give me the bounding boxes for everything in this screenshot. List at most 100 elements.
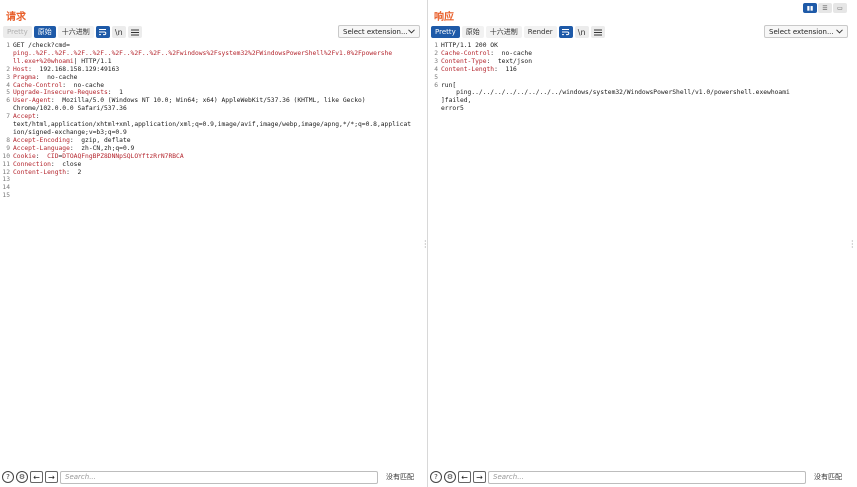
code-text: ]failed, (441, 97, 472, 105)
response-resize-handle[interactable]: · · · (851, 238, 854, 252)
chevron-down-icon (836, 29, 843, 34)
code-line: Cache-Control: no-cache (441, 50, 853, 58)
arrow-left-icon[interactable]: ← (30, 471, 43, 483)
response-title: 响应 (434, 12, 454, 23)
line-number: 12 (2, 168, 10, 176)
code-line: Content-Type: text/json (441, 58, 853, 66)
line-number: 13 (2, 176, 10, 184)
code-text: : 2 (66, 168, 82, 176)
arrow-left-icon[interactable]: ← (458, 471, 471, 483)
response-tabbar: Pretty 原始 十六进制 Render \n (431, 26, 605, 38)
help-icon[interactable]: ? (2, 471, 14, 483)
single-icon[interactable]: ▭ (833, 3, 847, 13)
code-line: Upgrade-Insecure-Requests: 1 (13, 89, 423, 97)
response-extension-select[interactable]: Select extension... (764, 25, 848, 38)
response-tab-hex[interactable]: 十六进制 (485, 26, 522, 38)
header-key: Cookie (13, 152, 36, 160)
line-number: 6 (434, 81, 438, 89)
code-line: ll.exe+%20whoami| HTTP/1.1 (13, 58, 423, 66)
layout-toggle: ▮▮ ☰ ▭ (803, 3, 847, 13)
menu-icon[interactable] (127, 26, 142, 38)
header-key: Content-Length (13, 168, 67, 176)
request-search-input[interactable]: Search... (60, 470, 378, 484)
request-tabbar: Pretty 原始 十六进制 \n (3, 26, 142, 38)
code-text: : zh-CN,zh;q=0.9 (69, 144, 135, 152)
header-key: Content-Length (441, 65, 495, 73)
response-tab-pretty[interactable]: Pretty (431, 26, 460, 38)
response-code[interactable]: HTTP/1.1 200 OK Cache-Control: no-cache Co… (441, 42, 853, 113)
code-line: ping../../../../../../../../windows/syst… (441, 89, 853, 97)
wrap-icon[interactable] (95, 26, 110, 38)
split-vertical-icon[interactable]: ☰ (818, 3, 832, 13)
request-tab-hex[interactable]: 十六进制 (57, 26, 94, 38)
line-number: 10 (2, 152, 10, 160)
line-number (428, 105, 438, 113)
code-text: : no-cache (35, 73, 78, 81)
header-key: CID (47, 152, 59, 160)
code-text: ping../../../../../../../../windows/syst… (441, 89, 790, 97)
request-editor[interactable]: 1 23456 7 8 9 10 11 12 13 14 15 GET /check?cmd=… (0, 42, 427, 467)
line-number: 14 (2, 184, 10, 192)
line-number: 1 (434, 42, 438, 49)
menu-icon[interactable] (590, 26, 605, 38)
code-line: ion/signed-exchange;v=b3;q=0.9 (13, 129, 423, 137)
code-text: : 116 (494, 65, 517, 73)
code-line: Accept-Encoding: gzip, deflate (13, 137, 423, 145)
code-line: Cache-Control: no-cache (13, 82, 423, 90)
code-text: : close (50, 160, 82, 168)
response-editor[interactable]: 123456 HTTP/1.1 200 OK Cache-Control: no-… (428, 42, 857, 467)
code-text: : gzip, deflate (69, 136, 131, 144)
line-number: 5 (6, 89, 10, 97)
header-key: Upgrade-Insecure-Requests (13, 89, 108, 97)
help-icon[interactable]: ? (430, 471, 442, 483)
line-number (0, 105, 10, 113)
response-pane: 响应 ▮▮ ☰ ▭ Pretty 原始 十六进制 Render \n Selec… (428, 0, 857, 487)
header-key: Cache-Control (441, 49, 491, 57)
line-number (0, 129, 10, 137)
gear-icon[interactable]: ⚙ (444, 471, 456, 483)
response-search-input[interactable]: Search... (488, 470, 806, 484)
arrow-right-icon[interactable]: → (473, 471, 486, 483)
line-number: 4 (6, 81, 10, 89)
line-number: 5 (434, 73, 438, 81)
code-line: HTTP/1.1 200 OK (441, 42, 853, 50)
line-number: 9 (6, 144, 10, 152)
code-text: : no-cache (62, 81, 104, 89)
response-tab-render[interactable]: Render (523, 26, 557, 38)
line-number: 7 (6, 113, 10, 121)
request-tab-pretty[interactable]: Pretty (3, 26, 32, 38)
newline-icon[interactable]: \n (111, 26, 126, 38)
code-text: run[ (441, 81, 457, 89)
request-extension-select[interactable]: Select extension... (338, 25, 420, 38)
code-text: : text/json (486, 57, 533, 65)
request-line-numbers: 1 23456 7 8 9 10 11 12 13 14 15 (0, 42, 10, 200)
code-line: GET /check?cmd= (13, 42, 423, 50)
code-line: Pragma: no-cache (13, 74, 423, 82)
gear-icon[interactable]: ⚙ (16, 471, 28, 483)
split-horizontal-icon[interactable]: ▮▮ (803, 3, 817, 13)
newline-icon[interactable]: \n (574, 26, 589, 38)
code-line: ping..%2F..%2F..%2F..%2F..%2F..%2F..%2F.… (13, 50, 423, 58)
header-key: Host (13, 65, 29, 73)
header-key: Accept-Language (13, 144, 70, 152)
response-tab-raw[interactable]: 原始 (461, 26, 484, 38)
code-line: Cookie: CID=DTOAQFngBPZ8DNNpSQLOYftzRrN7… (13, 153, 423, 161)
response-line-numbers: 123456 (428, 42, 438, 113)
code-text: error5 (441, 105, 464, 113)
response-match-count: 没有匹配 (814, 473, 842, 481)
wrap-icon[interactable] (558, 26, 573, 38)
arrow-right-icon[interactable]: → (45, 471, 58, 483)
line-number: 15 (2, 192, 10, 200)
header-key: User-Agent (13, 97, 51, 105)
line-number: 1 (6, 42, 10, 49)
request-tab-raw[interactable]: 原始 (33, 26, 56, 38)
line-number: 8 (6, 136, 10, 144)
code-line: Chrome/102.0.0.0 Safari/537.36 (13, 105, 423, 113)
line-number (0, 50, 10, 58)
code-text: HTTP/1.1 200 OK (441, 42, 498, 49)
request-code[interactable]: GET /check?cmd= ping..%2F..%2F..%2F..%2F.… (13, 42, 423, 200)
request-title: 请求 (6, 12, 26, 23)
line-number: 4 (434, 65, 438, 73)
